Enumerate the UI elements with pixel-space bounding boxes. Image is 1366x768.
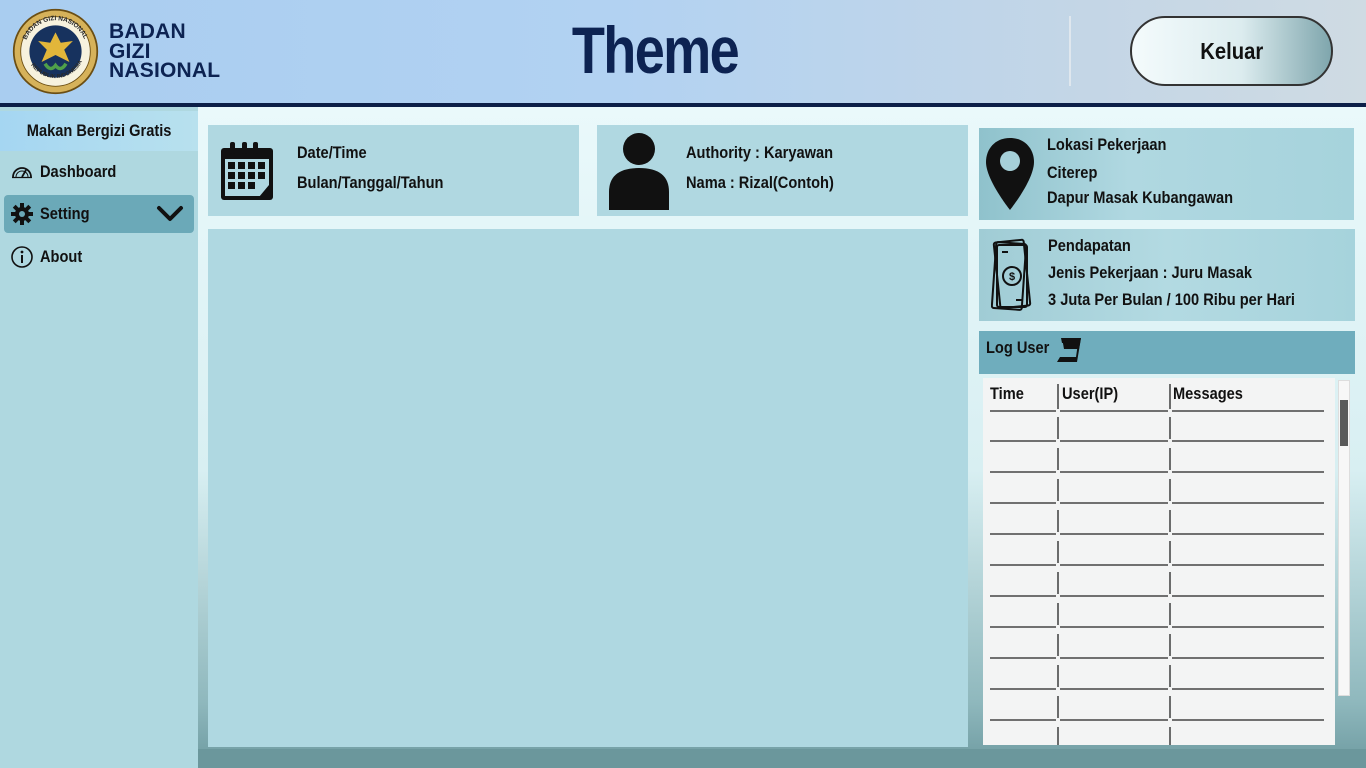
location-card: Lokasi Pekerjaan Citerep Dapur Masak Kub… — [979, 128, 1354, 220]
svg-text:$: $ — [1009, 271, 1015, 283]
log-user-header: Log User — [979, 331, 1355, 374]
location-city: Citerep — [1047, 163, 1098, 182]
log-column-messages: Messages — [1173, 384, 1243, 403]
gear-icon — [11, 203, 33, 225]
chevron-down-icon[interactable] — [156, 203, 184, 225]
gauge-icon — [12, 167, 32, 179]
user-icon — [609, 133, 669, 210]
sidebar-item-label: Setting — [40, 204, 90, 223]
app-header: BADAN GIZI NASIONAL REPUBLIK INDONESIA B… — [0, 0, 1366, 103]
log-title: Log User — [986, 338, 1050, 357]
logo-wordmark: BADAN GIZI NASIONAL — [109, 20, 221, 82]
location-place: Dapur Masak Kubangawan — [1047, 188, 1234, 207]
info-icon — [11, 246, 33, 268]
log-column-user: User(IP) — [1062, 384, 1119, 403]
log-table-grid — [990, 384, 1324, 745]
sidebar-item-label: Dashboard — [40, 162, 117, 181]
logo-seal-icon: BADAN GIZI NASIONAL REPUBLIK INDONESIA — [12, 8, 99, 95]
sidebar-item-label: About — [40, 247, 83, 266]
income-job: Jenis Pekerjaan : Juru Masak — [1048, 263, 1252, 282]
logo-line-3: NASIONAL — [109, 59, 221, 82]
logout-button-label: Keluar — [1199, 37, 1264, 64]
logo-line-1: BADAN — [109, 20, 186, 43]
location-pin-icon — [986, 138, 1034, 210]
authority-text: Authority : Karyawan — [686, 143, 834, 162]
log-table-container: Time User(IP) Messages — [983, 378, 1335, 745]
header-divider — [1069, 16, 1071, 86]
log-column-time: Time — [990, 384, 1024, 403]
page-title: Theme — [571, 13, 740, 87]
datetime-card: Date/Time Bulan/Tanggal/Tahun — [208, 125, 579, 216]
bottom-bar — [198, 749, 1366, 768]
user-card: Authority : Karyawan Nama : Rizal(Contoh… — [597, 125, 968, 216]
datetime-label: Date/Time — [297, 143, 367, 162]
logout-button[interactable]: Keluar — [1130, 16, 1333, 86]
money-icon: $ — [991, 238, 1032, 311]
calendar-icon — [221, 142, 273, 200]
income-title: Pendapatan — [1048, 236, 1131, 255]
main-panel — [208, 229, 968, 747]
user-name-text: Nama : Rizal(Contoh) — [686, 173, 834, 192]
income-salary: 3 Juta Per Bulan / 100 Ribu per Hari — [1048, 290, 1296, 309]
datetime-value: Bulan/Tanggal/Tahun — [297, 173, 444, 192]
sidebar-item-setting[interactable]: Setting — [4, 195, 194, 233]
sidebar-item-about[interactable]: About — [4, 238, 194, 276]
scroll-icon — [1057, 338, 1081, 362]
sidebar-title: Makan Bergizi Gratis — [0, 111, 198, 151]
location-title: Lokasi Pekerjaan — [1047, 135, 1167, 154]
income-card: $ Pendapatan Jenis Pekerjaan : Juru Masa… — [979, 229, 1355, 321]
log-scrollbar-thumb[interactable] — [1340, 400, 1348, 446]
sidebar: Makan Bergizi Gratis Dashboard Setting A… — [0, 107, 198, 768]
sidebar-item-dashboard[interactable]: Dashboard — [4, 153, 194, 191]
